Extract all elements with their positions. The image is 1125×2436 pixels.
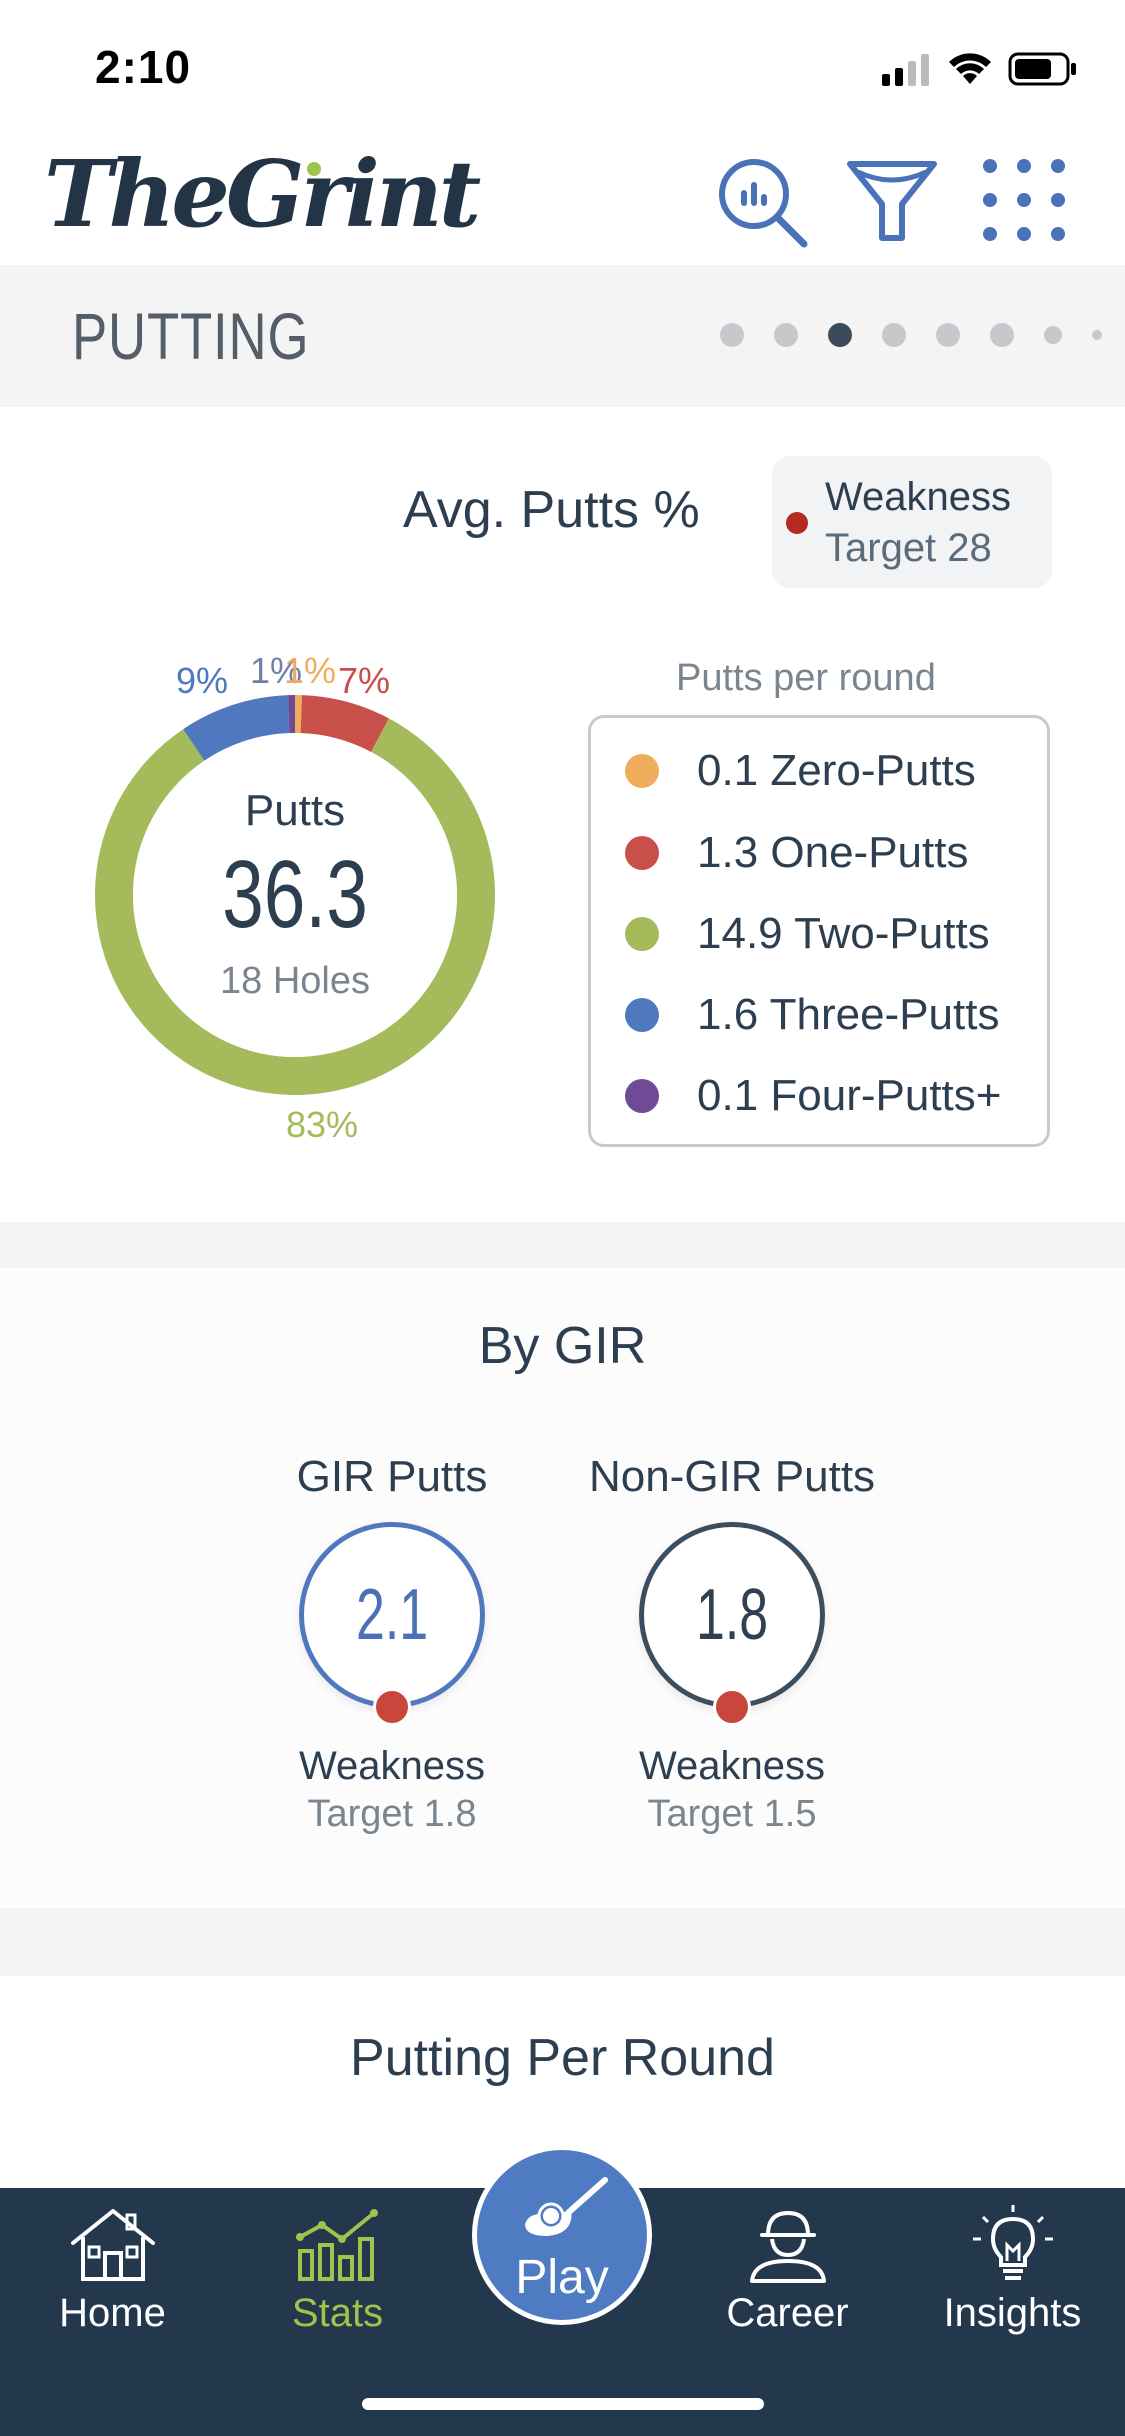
gir-putts-value: 2.1: [355, 1575, 429, 1655]
donut-center-sub: 18 Holes: [220, 960, 370, 1002]
status-time: 2:10: [95, 41, 192, 93]
nav-stats[interactable]: Stats: [225, 2205, 450, 2336]
page-dot[interactable]: [774, 323, 798, 347]
page-dot[interactable]: [1044, 326, 1062, 344]
home-indicator: [362, 2398, 764, 2410]
weakness-target: Target 28: [825, 526, 992, 570]
non-gir-putts-stat: Non-GIR Putts 1.8 Weakness Target 1.5: [562, 1452, 902, 1836]
legend-text: 0.1 Zero-Putts: [697, 746, 976, 795]
non-gir-putts-label: Non-GIR Putts: [588, 1452, 876, 1501]
putting-per-round-title: Putting Per Round: [350, 2029, 775, 2087]
nav-insights[interactable]: Insights: [900, 2205, 1125, 2336]
legend-item: 1.6 Three-Putts: [625, 990, 999, 1040]
logo-dot: [307, 162, 321, 176]
weakness-dot: [786, 512, 808, 534]
legend-text: 14.9 Two-Putts: [697, 909, 990, 958]
gir-putts-stat: GIR Putts 2.1 Weakness Target 1.8: [222, 1452, 562, 1836]
app-logo: TheGrint: [44, 140, 481, 248]
filter-icon[interactable]: [842, 150, 942, 250]
legend-dot: [625, 1079, 659, 1113]
non-gir-putts-ring: 1.8: [639, 1522, 825, 1708]
section-separator: [0, 1908, 1125, 1976]
page-dot[interactable]: [936, 323, 960, 347]
page-dot[interactable]: [720, 323, 744, 347]
by-gir-title: By GIR: [478, 1317, 647, 1375]
weakness-marker: [713, 1688, 751, 1726]
nav-career-label: Career: [726, 2291, 849, 2335]
page-dot[interactable]: [990, 323, 1014, 347]
non-gir-putts-value: 1.8: [695, 1575, 769, 1655]
legend-text: 1.3 One-Putts: [697, 828, 969, 877]
page-dot[interactable]: [1092, 330, 1102, 340]
putts-per-round-title: Putts per round: [676, 657, 936, 699]
legend-item: 0.1 Four-Putts+: [625, 1071, 1001, 1121]
putts-legend: 0.1 Zero-Putts 1.3 One-Putts 14.9 Two-Pu…: [588, 715, 1050, 1147]
gir-putts-label: GIR Putts: [296, 1452, 488, 1501]
legend-dot: [625, 754, 659, 788]
home-icon: [0, 2205, 225, 2285]
battery-icon: [1008, 52, 1078, 86]
legend-item: 0.1 Zero-Putts: [625, 746, 976, 796]
gir-putts-target: Target 1.8: [307, 1793, 477, 1835]
legend-item: 1.3 One-Putts: [625, 828, 968, 878]
logo-text: TheGrint: [44, 140, 481, 248]
weakness-label: Weakness: [825, 475, 1012, 519]
legend-text: 0.1 Four-Putts+: [697, 1071, 1002, 1120]
nav-stats-label: Stats: [291, 2291, 384, 2335]
page-dot-active[interactable]: [828, 323, 852, 347]
pct-label-two: 83%: [286, 1104, 359, 1145]
legend-item: 14.9 Two-Putts: [625, 909, 990, 959]
play-label: Play: [515, 2251, 609, 2304]
lightbulb-icon: [900, 2205, 1125, 2285]
section-title: PUTTING: [72, 299, 310, 373]
page-dot[interactable]: [882, 323, 906, 347]
stats-chart-icon: [225, 2205, 450, 2285]
stats-search-icon[interactable]: [712, 150, 812, 250]
donut-center-value: 36.3: [222, 841, 368, 948]
gir-putts-status: Weakness: [298, 1744, 485, 1788]
nav-home-label: Home: [59, 2291, 166, 2335]
donut-center-label: Putts: [244, 786, 346, 835]
legend-dot: [625, 998, 659, 1032]
non-gir-putts-target: Target 1.5: [647, 1793, 817, 1835]
gir-putts-ring: 2.1: [299, 1522, 485, 1708]
nav-insights-label: Insights: [943, 2291, 1082, 2335]
section-separator: [0, 1222, 1125, 1268]
legend-text: 1.6 Three-Putts: [697, 990, 1000, 1039]
golf-club-icon: [517, 2176, 609, 2246]
cellular-signal-icon: [882, 54, 932, 86]
page-indicator[interactable]: [720, 323, 1102, 347]
avg-putts-title: Avg. Putts %: [403, 481, 700, 539]
legend-dot: [625, 836, 659, 870]
apps-grid-icon[interactable]: [974, 150, 1074, 250]
career-golfer-icon: [675, 2205, 900, 2285]
nav-home[interactable]: Home: [0, 2205, 225, 2336]
wifi-icon: [948, 50, 992, 86]
legend-dot: [625, 917, 659, 951]
nav-career[interactable]: Career: [675, 2205, 900, 2336]
play-button[interactable]: Play: [472, 2145, 652, 2325]
non-gir-putts-status: Weakness: [638, 1744, 825, 1788]
weakness-marker: [373, 1688, 411, 1726]
